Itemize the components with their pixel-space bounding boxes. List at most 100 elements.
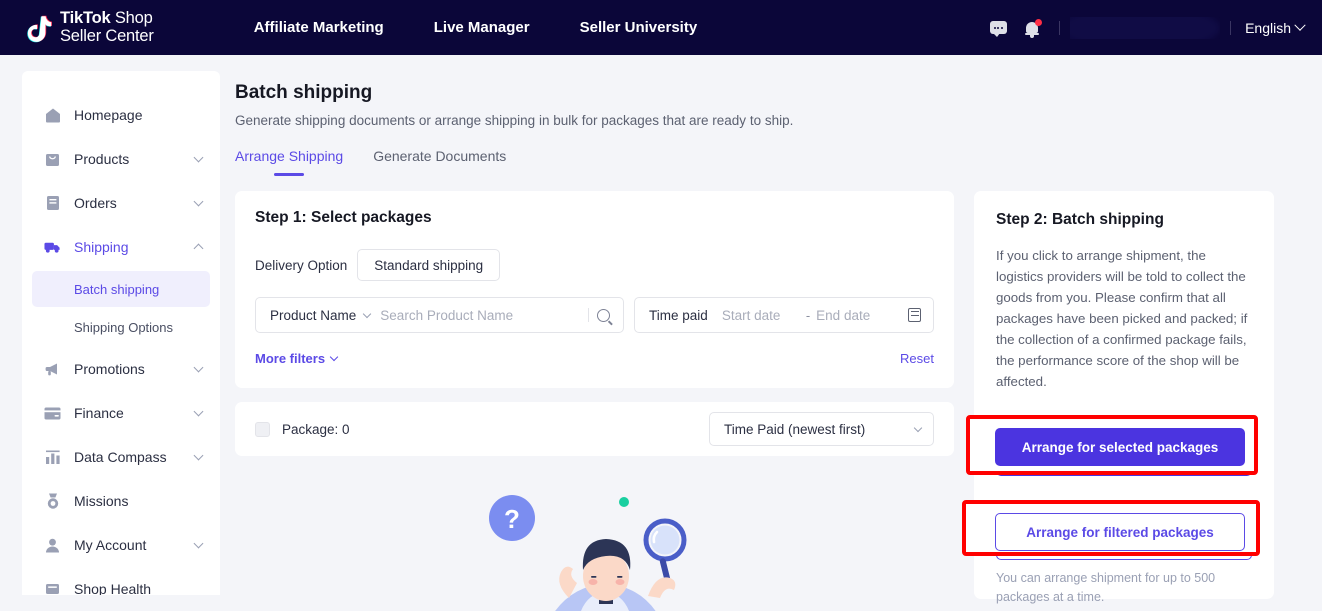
megaphone-icon <box>44 361 61 378</box>
logo-shop-word: Shop <box>110 8 153 27</box>
select-all-checkbox[interactable] <box>255 421 270 437</box>
sidebar-item-missions[interactable]: Missions <box>22 479 220 523</box>
delivery-option-label: Delivery Option <box>255 257 348 273</box>
time-paid-label: Time paid <box>649 307 708 323</box>
top-navigation-bar: TikTok Shop Seller Center Affiliate Mark… <box>0 0 1322 55</box>
sidebar-item-shipping[interactable]: Shipping <box>22 225 220 269</box>
sidebar-item-my-account[interactable]: My Account <box>22 523 220 567</box>
sidebar-item-products[interactable]: Products <box>22 137 220 181</box>
notification-bell-icon <box>1025 18 1043 38</box>
sort-order-value: Time Paid (newest first) <box>724 421 866 437</box>
nav-right-cluster: English <box>981 0 1306 55</box>
sidebar-item-label: Finance <box>74 405 124 421</box>
arrange-for-selected-packages-button-highlighted[interactable]: Arrange for selected packages <box>995 428 1245 466</box>
arrange-for-filtered-packages-button-highlighted[interactable]: Arrange for filtered packages <box>995 513 1245 551</box>
tab-generate-documents[interactable]: Generate Documents <box>373 148 506 176</box>
messages-button[interactable] <box>981 11 1015 45</box>
sidebar-item-label: Shipping <box>74 239 129 255</box>
package-toolbar: Package: 0 Time Paid (newest first) <box>235 402 954 456</box>
primary-nav-links: Affiliate Marketing Live Manager Seller … <box>254 19 697 36</box>
sidebar-item-orders[interactable]: Orders <box>22 181 220 225</box>
language-label: English <box>1245 19 1291 36</box>
chevron-down-icon <box>329 352 339 362</box>
date-range-separator: - <box>805 307 811 323</box>
arrange-limit-hint: You can arrange shipment for up to 500 p… <box>996 571 1216 604</box>
notifications-button[interactable] <box>1015 11 1049 45</box>
sidebar-sub-item-label: Batch shipping <box>74 281 160 297</box>
sidebar-item-label: My Account <box>74 537 147 553</box>
annotation-inner-filtered-button: Arrange for filtered packages <box>995 513 1245 551</box>
package-toolbar-left: Package: 0 <box>255 421 350 437</box>
card-icon <box>44 405 61 422</box>
nav-link-live-manager[interactable]: Live Manager <box>434 19 530 36</box>
selected-count-label: Selected: 0 packages <box>996 414 1121 429</box>
sidebar-sub-item-label: Shipping Options <box>74 319 174 335</box>
notification-badge-dot <box>1035 18 1043 26</box>
shield-icon <box>44 581 61 596</box>
product-field-select-label[interactable]: Product Name <box>270 308 356 323</box>
left-column: Step 1: Select packages Delivery Option … <box>235 191 954 611</box>
tab-arrange-shipping[interactable]: Arrange Shipping <box>235 148 343 176</box>
chevron-down-icon <box>913 423 923 432</box>
time-paid-group: Time paid - <box>634 297 934 333</box>
package-count-label: Package: 0 <box>282 421 350 437</box>
sidebar-item-data-compass[interactable]: Data Compass <box>22 435 220 479</box>
annotation-inner-selected-button: Arrange for selected packages <box>995 428 1245 466</box>
chevron-down-icon <box>1294 19 1306 31</box>
sidebar-item-finance[interactable]: Finance <box>22 391 220 435</box>
sidebar-item-batch-shipping[interactable]: Batch shipping <box>32 271 210 307</box>
sidebar-item-homepage[interactable]: Homepage <box>22 93 220 137</box>
chevron-down-icon <box>193 196 204 207</box>
end-date-input[interactable] <box>816 307 895 323</box>
sidebar-item-label: Promotions <box>74 361 145 377</box>
calendar-icon[interactable] <box>908 308 921 322</box>
step1-title: Step 1: Select packages <box>255 209 432 226</box>
delivery-option-row: Delivery Option Standard shipping <box>255 249 934 281</box>
more-filters-label: More filters <box>255 351 326 366</box>
delivery-option-standard-shipping[interactable]: Standard shipping <box>357 249 501 281</box>
product-search-group: Product Name <box>255 297 625 333</box>
search-divider <box>588 308 590 322</box>
message-bubble-icon <box>989 21 1007 37</box>
sidebar-item-promotions[interactable]: Promotions <box>22 347 220 391</box>
chevron-down-icon <box>193 406 204 417</box>
logo-tiktok-word: TikTok <box>60 8 111 27</box>
language-selector[interactable]: English <box>1245 19 1306 36</box>
truck-icon <box>44 239 61 256</box>
sidebar-item-label: Orders <box>74 195 117 211</box>
sort-order-select[interactable]: Time Paid (newest first) <box>709 412 934 446</box>
user-account-redacted[interactable] <box>1070 16 1221 39</box>
empty-state-area: ? <box>235 456 954 611</box>
sidebar-item-shipping-options[interactable]: Shipping Options <box>32 309 210 345</box>
reset-filters-link[interactable]: Reset <box>900 351 934 366</box>
step1-card: Step 1: Select packages Delivery Option … <box>235 191 954 388</box>
sidebar-item-label: Data Compass <box>74 449 167 465</box>
sidebar-item-label: Missions <box>74 493 129 509</box>
step2-description: If you click to arrange shipment, the lo… <box>996 248 1248 389</box>
sidebar-item-shop-health[interactable]: Shop Health <box>22 567 220 595</box>
page-subtitle: Generate shipping documents or arrange s… <box>235 113 794 128</box>
chevron-down-icon <box>193 152 204 163</box>
chevron-up-icon <box>193 243 204 254</box>
chevron-down-icon <box>193 538 204 549</box>
nav-divider-left <box>1059 20 1061 35</box>
brand-logo[interactable]: TikTok Shop Seller Center <box>24 8 154 46</box>
sidebar-item-label: Homepage <box>74 107 143 123</box>
start-date-input[interactable] <box>721 307 800 323</box>
sidebar-item-label: Shop Health <box>74 581 152 595</box>
more-filters-toggle[interactable]: More filters <box>255 351 339 366</box>
step2-title: Step 2: Batch shipping <box>996 211 1164 228</box>
logo-seller-center-word: Seller Center <box>60 26 154 45</box>
nav-link-seller-university[interactable]: Seller University <box>580 19 698 36</box>
page-title: Batch shipping <box>235 82 373 103</box>
filtered-count-label: Filtered: 1 package <box>996 498 1107 513</box>
chevron-down-icon[interactable] <box>363 309 372 318</box>
person-icon <box>44 537 61 554</box>
chart-icon <box>44 449 61 466</box>
tab-bar: Arrange Shipping Generate Documents <box>235 148 1300 176</box>
magnifier-icon[interactable] <box>597 308 611 322</box>
search-input[interactable] <box>380 307 589 323</box>
more-filters-row: More filters Reset <box>255 351 934 366</box>
filter-row: Product Name Time paid - <box>255 297 934 333</box>
nav-link-affiliate-marketing[interactable]: Affiliate Marketing <box>254 19 384 36</box>
